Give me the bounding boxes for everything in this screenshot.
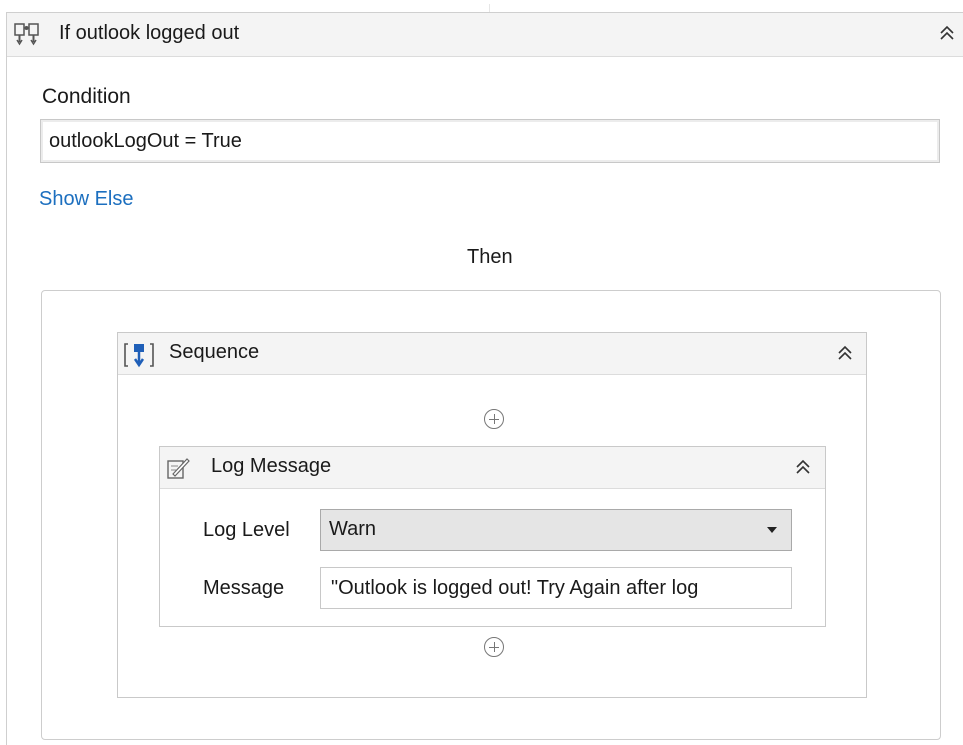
log-level-select[interactable]: Warn <box>320 509 792 551</box>
message-input[interactable]: "Outlook is logged out! Try Again after … <box>320 567 792 609</box>
if-activity-title: If outlook logged out <box>59 22 240 44</box>
log-message-activity: Log Message Log Level Warn Message "Outl… <box>159 446 826 627</box>
if-activity-header[interactable]: If outlook logged out <box>7 13 963 57</box>
collapse-up-icon[interactable] <box>939 24 955 45</box>
collapse-up-icon[interactable] <box>837 344 853 365</box>
sequence-header[interactable]: Sequence <box>118 333 866 375</box>
log-message-title: Log Message <box>211 455 332 477</box>
top-tick <box>489 4 490 12</box>
show-else-link[interactable]: Show Else <box>39 188 134 211</box>
sequence-icon <box>122 341 156 369</box>
log-message-icon <box>165 455 191 481</box>
condition-label: Condition <box>42 85 131 108</box>
sequence-activity: Sequence Log Message Log Level Warn Mess… <box>117 332 867 698</box>
then-label: Then <box>467 246 513 268</box>
if-activity-card: If outlook logged out Condition outlookL… <box>6 12 963 745</box>
condition-input[interactable]: outlookLogOut = True <box>40 119 940 163</box>
then-branch-container: Sequence Log Message Log Level Warn Mess… <box>41 290 941 740</box>
log-level-label: Log Level <box>203 519 290 541</box>
log-level-value: Warn <box>329 518 377 540</box>
collapse-up-icon[interactable] <box>795 458 811 479</box>
add-activity-icon[interactable] <box>484 637 504 657</box>
log-message-header[interactable]: Log Message <box>160 447 825 489</box>
add-activity-icon[interactable] <box>484 409 504 429</box>
dropdown-arrow-icon[interactable] <box>767 527 777 533</box>
if-branch-icon <box>12 21 42 49</box>
message-label: Message <box>203 577 285 599</box>
sequence-title: Sequence <box>169 341 260 363</box>
